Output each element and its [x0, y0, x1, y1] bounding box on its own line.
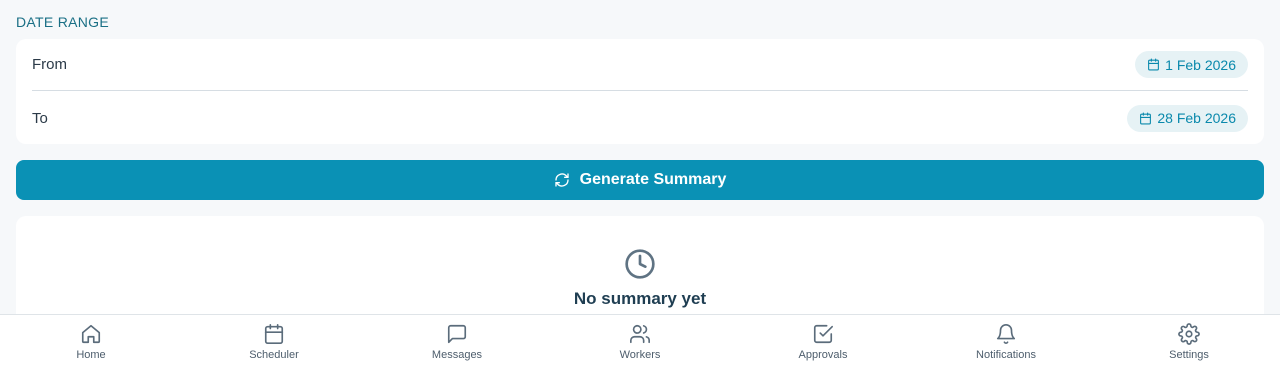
nav-label-settings: Settings [1169, 349, 1209, 361]
nav-item-approvals[interactable]: Approvals [768, 315, 878, 370]
calendar-icon [264, 324, 284, 344]
gear-icon [1178, 323, 1200, 345]
to-date-value: 28 Feb 2026 [1157, 110, 1236, 126]
from-date-picker[interactable]: 1 Feb 2026 [1135, 51, 1248, 78]
nav-item-workers[interactable]: Workers [585, 315, 695, 370]
generate-summary-label: Generate Summary [579, 171, 727, 188]
users-icon [630, 324, 650, 344]
nav-item-settings[interactable]: Settings [1134, 315, 1244, 370]
nav-label-messages: Messages [431, 349, 483, 361]
nav-item-messages[interactable]: Messages [402, 315, 512, 370]
nav-item-notifications[interactable]: Notifications [951, 315, 1061, 370]
bottom-nav: Home Scheduler Messages Workers Approval… [0, 314, 1280, 370]
home-icon [81, 324, 101, 344]
to-row: To 28 Feb 2026 [32, 92, 1248, 144]
nav-item-scheduler[interactable]: Scheduler [219, 315, 329, 370]
check-square-icon [813, 324, 833, 344]
date-range-card: From 1 Feb 2026 To 28 Feb 2026 [16, 39, 1264, 144]
section-label-date-range: DATE RANGE [16, 14, 109, 30]
empty-summary-title: No summary yet [573, 289, 707, 308]
to-date-picker[interactable]: 28 Feb 2026 [1127, 104, 1248, 132]
from-date-value: 1 Feb 2026 [1165, 56, 1236, 73]
message-icon [447, 324, 467, 344]
calendar-icon [1140, 112, 1152, 124]
bell-icon [996, 324, 1016, 344]
calendar-icon [1148, 58, 1160, 71]
from-label: From [32, 56, 67, 73]
to-label: To [32, 109, 48, 127]
nav-item-home[interactable]: Home [36, 315, 146, 370]
nav-label-workers: Workers [619, 349, 661, 361]
from-row: From 1 Feb 2026 [32, 39, 1248, 91]
clock-icon [625, 249, 655, 279]
refresh-icon [554, 173, 569, 187]
generate-summary-button[interactable]: Generate Summary [16, 160, 1264, 200]
nav-label-approvals: Approvals [798, 349, 848, 361]
nav-label-scheduler: Scheduler [249, 349, 299, 361]
nav-label-notifications: Notifications [976, 349, 1036, 361]
nav-label-home: Home [76, 349, 106, 361]
